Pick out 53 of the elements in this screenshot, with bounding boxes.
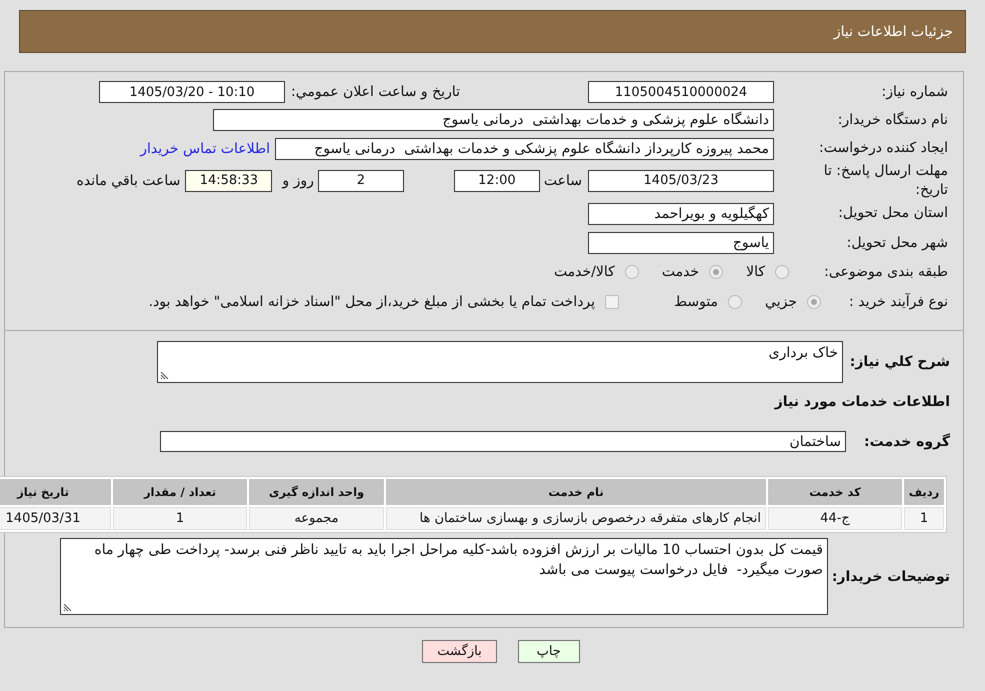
resize-grip-icon [63, 604, 71, 612]
buyer-notes-text-area[interactable]: قیمت کل بدون احتساب 10 مالیات بر ارزش افزوده باشد-کلیه مراحل اجرا باید به تایید ناظر فنی برسد- پرداخت طی چهار ماه صورت میگیرد- فایل درخواست پیوست می باشد [60, 538, 828, 615]
radio-label: متوسط [674, 294, 718, 310]
announcement-date-field[interactable]: 1405/03/20 - 10:10 [99, 81, 286, 103]
city-field[interactable]: یاسوج [588, 232, 774, 254]
field-label: طبقه بندی موضوعی: [823, 262, 948, 282]
field-label: ساعت باقي مانده [76, 172, 180, 188]
table-cell: 1 [904, 507, 944, 530]
need-number-field[interactable]: 1105004510000024 [588, 81, 774, 103]
column-header: تعداد / مقدار [113, 479, 247, 505]
buyer-contact-link[interactable]: اطلاعات تماس خریدار [140, 140, 270, 156]
field-label: تاریخ و ساعت اعلان عمومي: [291, 84, 460, 100]
service-group-field[interactable]: ساختمان [160, 431, 846, 452]
field-label: شرح کلي نیاز: [850, 354, 950, 370]
field-label: ساعت [544, 172, 582, 188]
field-label: گروه خدمت: [863, 434, 950, 450]
checkbox-label: پرداخت تمام یا بخشی از مبلغ خرید،از محل "اسناد خزانه اسلامی" خواهد بود. [148, 294, 596, 310]
field-label: استان محل تحویل: [837, 204, 948, 223]
radio-label: کالا [746, 264, 765, 280]
field-label: شماره نیاز: [880, 82, 948, 102]
table-cell: 1 [113, 507, 247, 530]
section-title: اطلاعات خدمات مورد نیاز [773, 393, 950, 412]
field-label: نام دستگاه خریدار: [836, 110, 948, 130]
column-header: ردیف [904, 479, 944, 505]
radio-label: جزيي [765, 294, 797, 310]
field-label: مهلت ارسال پاسخ: تا تاریخ: [822, 162, 948, 199]
requester-field[interactable]: محمد پیروزه کارپرداز دانشگاه علوم پزشکی و خدمات بهداشتی درمانی یاسوج [275, 138, 774, 160]
field-label: ایجاد کننده درخواست: [818, 139, 948, 158]
field-label: توضیحات خریدار: [835, 568, 950, 584]
column-header: تاریخ نیاز [0, 479, 111, 505]
field-label: شهر محل تحویل: [846, 234, 948, 252]
page-title: جزئیات اطلاعات نیاز [834, 24, 953, 40]
table-cell: انجام کارهای متفرقه درخصوص بازسازی و بهسازی ساختمان ها [386, 507, 766, 530]
column-header: کد خدمت [768, 479, 902, 505]
deadline-time-field[interactable]: 12:00 [454, 170, 540, 192]
field-label: روز و [282, 172, 314, 188]
table-cell: ج-44 [768, 507, 902, 530]
column-header: واحد اندازه گیری [249, 479, 384, 505]
field-label: نوع فرآیند خرید : [848, 292, 948, 312]
table-cell: 1405/03/31 [0, 507, 111, 530]
radio-label: خدمت [662, 264, 700, 280]
description-text-area[interactable]: خاک برداری [157, 341, 843, 383]
column-header: نام خدمت [386, 479, 766, 505]
time-remaining-field[interactable]: 14:58:33 [185, 170, 272, 192]
back-button[interactable]: بازگشت [422, 640, 497, 663]
radio-label: کالا/خدمت [554, 264, 615, 280]
deadline-date-field[interactable]: 1405/03/23 [588, 170, 774, 192]
province-field[interactable]: کهگیلویه و بویراحمد [588, 202, 774, 224]
print-button[interactable]: چاپ [518, 640, 580, 663]
buyer-organization-field[interactable]: دانشگاه علوم پزشکی و خدمات بهداشتی درمانی یاسوج [213, 109, 774, 131]
table-cell: مجموعه [249, 507, 384, 530]
days-remaining-field[interactable]: 2 [318, 170, 404, 192]
resize-grip-icon [160, 372, 168, 380]
